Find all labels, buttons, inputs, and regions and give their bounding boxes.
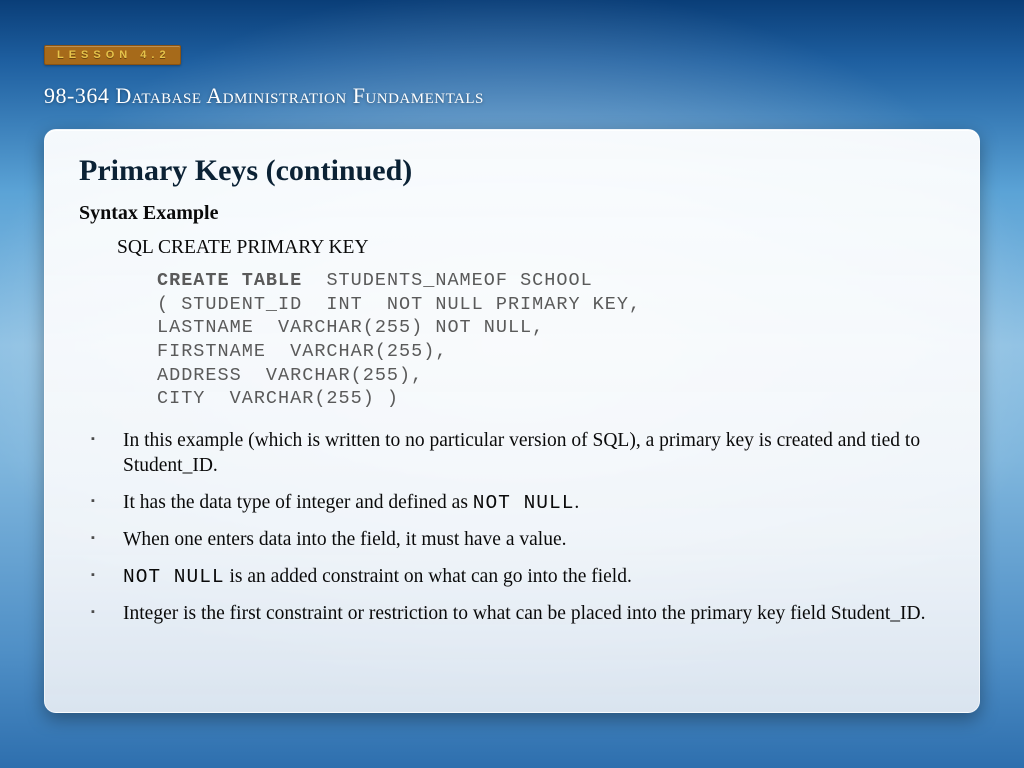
list-item: When one enters data into the field, it … <box>85 528 945 553</box>
bullet-mono: NOT NULL <box>473 492 575 514</box>
bullet-mono: NOT NULL <box>123 566 225 588</box>
bullet-text-b: . <box>574 492 579 513</box>
code-line-3: LASTNAME VARCHAR(255) NOT NULL, <box>157 317 544 338</box>
sql-header: SQL CREATE PRIMARY KEY <box>117 237 945 259</box>
content-card: Primary Keys (continued) Syntax Example … <box>44 129 980 713</box>
code-block: CREATE TABLE STUDENTS_NAMEOF SCHOOL ( ST… <box>157 269 945 411</box>
code-line-4: FIRSTNAME VARCHAR(255), <box>157 341 447 362</box>
bullet-text-a: is an added constraint on what can go in… <box>225 566 632 587</box>
code-line-6: CITY VARCHAR(255) ) <box>157 388 399 409</box>
slide: LESSON 4.2 98-364 Database Administratio… <box>0 0 1024 768</box>
list-item: NOT NULL is an added constraint on what … <box>85 565 945 590</box>
list-item: Integer is the first constraint or restr… <box>85 602 945 627</box>
list-item: It has the data type of integer and defi… <box>85 491 945 516</box>
code-keyword: CREATE TABLE <box>157 270 302 291</box>
code-line-2: ( STUDENT_ID INT NOT NULL PRIMARY KEY, <box>157 294 641 315</box>
bullet-text: When one enters data into the field, it … <box>123 529 566 550</box>
list-item: In this example (which is written to no … <box>85 429 945 479</box>
bullet-text-a: It has the data type of integer and defi… <box>123 492 473 513</box>
code-line-5: ADDRESS VARCHAR(255), <box>157 365 423 386</box>
bullet-list: In this example (which is written to no … <box>85 429 945 627</box>
lesson-badge: LESSON 4.2 <box>44 45 181 65</box>
slide-title: Primary Keys (continued) <box>79 154 945 188</box>
course-title: 98-364 Database Administration Fundament… <box>44 83 980 109</box>
bullet-text: In this example (which is written to no … <box>123 430 920 476</box>
code-line-1-rest: STUDENTS_NAMEOF SCHOOL <box>302 270 592 291</box>
slide-subtitle: Syntax Example <box>79 202 945 225</box>
bullet-text: Integer is the first constraint or restr… <box>123 603 926 624</box>
